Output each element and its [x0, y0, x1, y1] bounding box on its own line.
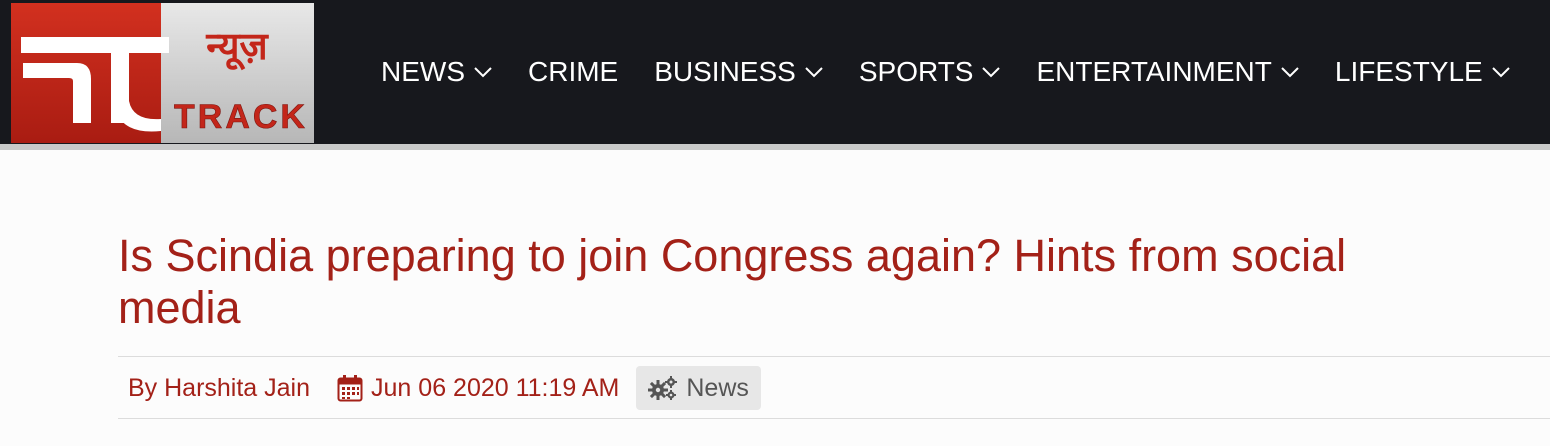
nav-item-business[interactable]: BUSINESS	[636, 56, 841, 88]
article-meta: By Harshita Jain Jun 06 2020 11:19 AM Ne…	[128, 366, 761, 410]
header-divider	[0, 144, 1550, 150]
chevron-down-icon	[474, 67, 492, 78]
nav-item-crime[interactable]: CRIME	[510, 56, 636, 88]
nav-item-label: NEWS	[381, 56, 465, 87]
nav-item-lifestyle[interactable]: LIFESTYLE	[1317, 56, 1528, 88]
author-byline[interactable]: By Harshita Jain	[128, 374, 310, 403]
main-nav: NEWS CRIME BUSINESS SPORTS ENTERTAINMENT…	[363, 45, 1528, 99]
chevron-down-icon	[1281, 67, 1299, 78]
site-header: न्यूज़ TRACK NEWS CRIME BUSINESS SPORTS …	[0, 0, 1550, 144]
nav-item-label: ENTERTAINMENT	[1036, 56, 1272, 87]
chevron-down-icon	[805, 67, 823, 78]
category-label: News	[686, 373, 749, 402]
chevron-down-icon	[982, 67, 1001, 78]
nav-item-news[interactable]: NEWS	[363, 56, 510, 88]
calendar-icon	[337, 375, 363, 402]
chevron-down-icon	[1492, 67, 1510, 78]
publish-date: Jun 06 2020 11:19 AM	[337, 374, 619, 403]
nav-item-label: BUSINESS	[654, 56, 796, 87]
meta-divider-bottom	[118, 418, 1550, 419]
nav-item-sports[interactable]: SPORTS	[841, 56, 1019, 88]
site-logo[interactable]: न्यूज़ TRACK	[11, 3, 314, 143]
cogs-icon	[648, 376, 678, 400]
nav-item-label: CRIME	[528, 56, 619, 87]
nav-item-label: SPORTS	[858, 56, 974, 87]
news-track-logo: न्यूज़ TRACK	[11, 3, 314, 143]
svg-text:न्यूज़: न्यूज़	[205, 24, 269, 71]
article-title: Is Scindia preparing to join Congress ag…	[118, 230, 1347, 333]
meta-divider-top	[118, 356, 1550, 357]
nav-item-entertainment[interactable]: ENTERTAINMENT	[1018, 56, 1316, 88]
publish-date-text: Jun 06 2020 11:19 AM	[371, 373, 620, 402]
nav-item-label: LIFESTYLE	[1334, 56, 1483, 87]
svg-text:TRACK: TRACK	[174, 98, 308, 136]
category-tag[interactable]: News	[636, 366, 761, 410]
